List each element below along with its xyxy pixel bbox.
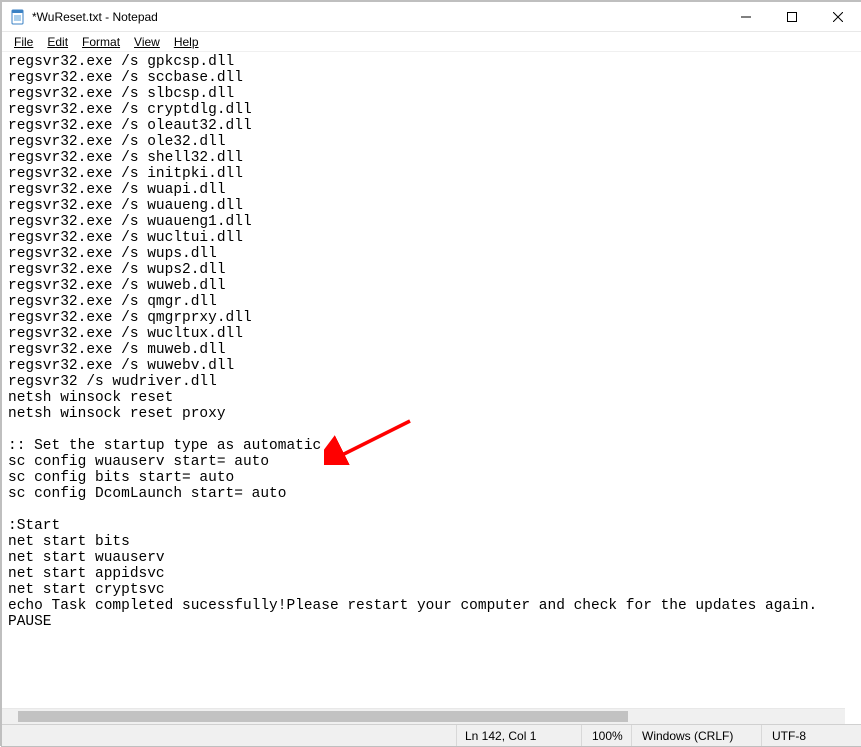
minimize-button[interactable] [723,2,769,31]
menu-format[interactable]: Format [76,34,126,50]
notepad-icon [10,9,26,25]
statusbar-spacer [2,725,456,746]
horizontal-scrollbar-thumb[interactable] [18,711,628,722]
window-title: *WuReset.txt - Notepad [32,10,158,24]
status-cursor-position: Ln 142, Col 1 [456,725,581,746]
status-zoom: 100% [581,725,631,746]
menu-view[interactable]: View [128,34,166,50]
titlebar[interactable]: *WuReset.txt - Notepad [2,2,861,32]
close-button[interactable] [815,2,861,31]
menubar: File Edit Format View Help [2,32,861,52]
window-controls [723,2,861,31]
menu-help[interactable]: Help [168,34,205,50]
maximize-button[interactable] [769,2,815,31]
horizontal-scrollbar[interactable] [2,708,845,724]
statusbar: Ln 142, Col 1 100% Windows (CRLF) UTF-8 [2,724,861,746]
menu-edit[interactable]: Edit [41,34,74,50]
status-line-ending: Windows (CRLF) [631,725,761,746]
text-editor[interactable]: regsvr32.exe /s gpkcsp.dll regsvr32.exe … [2,52,861,708]
editor-area: regsvr32.exe /s gpkcsp.dll regsvr32.exe … [2,52,861,724]
status-encoding: UTF-8 [761,725,861,746]
menu-file[interactable]: File [8,34,39,50]
